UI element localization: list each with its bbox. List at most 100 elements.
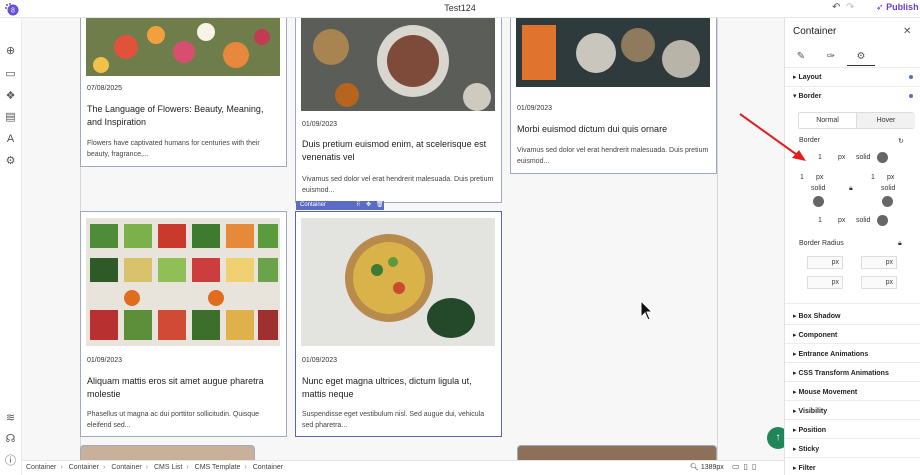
components-icon[interactable]: ❖	[4, 90, 17, 103]
radius-bottom-left[interactable]: px	[807, 276, 843, 289]
section-filter[interactable]: ▸ Filter	[793, 464, 917, 472]
section-label: Visibility	[798, 408, 828, 415]
card-title[interactable]: Morbi euismod dictum dui quis ornare	[517, 123, 709, 136]
close-icon[interactable]: ✕	[903, 26, 911, 37]
redo-icon[interactable]: ↷	[846, 2, 854, 13]
info-icon[interactable]: ⓘ	[4, 455, 17, 468]
border-bottom-unit[interactable]: px	[838, 217, 845, 224]
blog-card[interactable]: 01/09/2023 Duis pretium euismod enim, at…	[295, 18, 502, 203]
card-date: 01/09/2023	[517, 105, 553, 112]
bowls-image	[516, 18, 710, 87]
mobile-icon[interactable]: ▯	[752, 462, 760, 471]
eyedropper-icon[interactable]: ✑	[817, 51, 845, 62]
settings-icon[interactable]: ⚙	[4, 155, 17, 168]
delete-icon[interactable]: 🗑	[376, 201, 384, 210]
reset-icon[interactable]: ↻	[898, 137, 904, 145]
blog-card[interactable]: 07/08/2025 The Language of Flowers: Beau…	[80, 18, 287, 167]
section-visibility[interactable]: ▸ Visibility	[793, 407, 917, 415]
breadcrumb-item[interactable]: Container	[253, 464, 283, 471]
blog-card[interactable]: 01/09/2023 Morbi euismod dictum dui quis…	[510, 18, 717, 174]
section-label: Mouse Movement	[798, 389, 858, 396]
border-top-color[interactable]	[877, 152, 888, 163]
blog-card-partial[interactable]	[80, 445, 255, 460]
section-layout[interactable]: ▸ Layout	[793, 73, 917, 81]
border-right-style[interactable]: solid	[881, 185, 895, 192]
section-css-transform-animations[interactable]: ▸ CSS Transform Animations	[793, 369, 917, 377]
section-icon[interactable]: ▭	[4, 68, 17, 81]
card-excerpt: Phasellus ut magna ac dui porttitor soll…	[87, 411, 259, 429]
add-icon[interactable]: ⊕	[4, 45, 17, 58]
section-label: Component	[798, 332, 838, 339]
undo-icon[interactable]: ↶	[832, 2, 840, 13]
radius-top-left[interactable]: px	[807, 256, 843, 269]
layers-icon[interactable]: ≋	[4, 412, 17, 425]
breadcrumb-item[interactable]: Container	[26, 464, 56, 471]
lock-icon[interactable]: 🔒︎	[898, 240, 902, 248]
drag-handle-icon[interactable]: ⠿	[356, 201, 360, 210]
food-plate-image	[301, 18, 495, 111]
integrations-icon[interactable]: ☊	[4, 433, 17, 446]
border-bottom-color[interactable]	[877, 215, 888, 226]
selection-tag[interactable]: Container ⠿ ✥ 🗑	[296, 201, 384, 210]
border-bottom-style[interactable]: solid	[856, 217, 870, 224]
section-position[interactable]: ▸ Position	[793, 426, 917, 434]
border-right-color[interactable]	[882, 196, 893, 207]
section-border[interactable]: ▾ Border	[793, 92, 917, 100]
desktop-icon[interactable]: ▭	[732, 462, 744, 471]
card-title[interactable]: The Language of Flowers: Beauty, Meaning…	[87, 103, 279, 129]
border-right-unit[interactable]: px	[887, 174, 894, 181]
border-left-unit[interactable]: px	[816, 174, 823, 181]
state-normal-tab[interactable]: Normal	[799, 113, 857, 128]
move-icon[interactable]: ✥	[366, 201, 371, 210]
tablet-icon[interactable]: ▯	[744, 462, 752, 471]
breadcrumb-item[interactable]: Container	[69, 464, 99, 471]
radius-top-right[interactable]: px	[861, 256, 897, 269]
card-date: 01/09/2023	[302, 121, 338, 128]
design-canvas[interactable]: 07/08/2025 The Language of Flowers: Beau…	[22, 18, 784, 460]
border-bottom-width[interactable]: 1	[818, 217, 822, 224]
zoom-value: 1389px	[700, 464, 724, 471]
gear-icon[interactable]: ⚙	[847, 51, 875, 66]
lock-icon[interactable]: 🔒︎	[849, 185, 853, 193]
card-excerpt: Vivamus sed dolor vel erat hendrerit mal…	[302, 176, 494, 194]
publish-button[interactable]: ➶ Publish	[876, 2, 919, 13]
border-top-style[interactable]: solid	[856, 154, 870, 161]
card-title[interactable]: Duis pretium euismod enim, at scelerisqu…	[302, 138, 494, 164]
zoom-readout[interactable]: 🔍︎ 1389px	[690, 463, 724, 471]
card-title[interactable]: Nunc eget magna ultrices, dictum ligula …	[302, 375, 494, 401]
section-box-shadow[interactable]: ▸ Box Shadow	[793, 312, 917, 320]
divider	[785, 400, 920, 401]
arrow-up-icon: ↑	[775, 432, 781, 443]
border-label: Border	[799, 137, 821, 144]
pages-icon[interactable]: ▤	[4, 111, 17, 124]
section-entrance-animations[interactable]: ▸ Entrance Animations	[793, 350, 917, 358]
divider	[785, 381, 920, 382]
typography-icon[interactable]: A	[4, 133, 17, 146]
border-right-width[interactable]: 1	[871, 174, 875, 181]
scroll-top-button[interactable]: ↑	[767, 427, 784, 449]
card-title[interactable]: Aliquam mattis eros sit amet augue phare…	[87, 375, 279, 401]
brush-icon[interactable]: ✎	[787, 51, 815, 62]
breadcrumb-item[interactable]: CMS List	[154, 464, 182, 471]
blog-card[interactable]: 01/09/2023 Aliquam mattis eros sit amet …	[80, 211, 287, 437]
border-left-width[interactable]: 1	[800, 174, 804, 181]
device-switcher: ▭▯▯	[732, 462, 760, 471]
border-top-unit[interactable]: px	[838, 154, 845, 161]
section-sticky[interactable]: ▸ Sticky	[793, 445, 917, 453]
border-left-color[interactable]	[813, 196, 824, 207]
blog-card-selected[interactable]: 01/09/2023 Nunc eget magna ultrices, dic…	[295, 211, 502, 437]
radius-bottom-right[interactable]: px	[861, 276, 897, 289]
border-top-width[interactable]: 1	[818, 154, 822, 161]
state-hover-tab[interactable]: Hover	[857, 113, 915, 128]
section-mouse-movement[interactable]: ▸ Mouse Movement	[793, 388, 917, 396]
chevron-right-icon: ›	[145, 464, 149, 471]
vegetables-image	[86, 218, 280, 346]
section-component[interactable]: ▸ Component	[793, 331, 917, 339]
border-left-style[interactable]: solid	[811, 185, 825, 192]
breadcrumb-item[interactable]: Container	[111, 464, 141, 471]
blog-card-partial[interactable]	[517, 445, 717, 460]
divider	[785, 419, 920, 420]
breadcrumb-item[interactable]: CMS Template	[195, 464, 241, 471]
card-excerpt: Suspendisse eget vestibulum nisl. Sed au…	[302, 411, 485, 429]
panel-title: Container	[793, 26, 837, 37]
